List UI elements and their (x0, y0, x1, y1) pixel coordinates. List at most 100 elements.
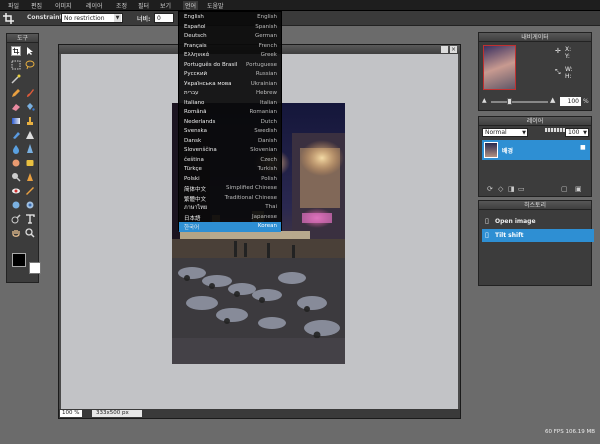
pinch-tool-icon[interactable] (25, 200, 35, 210)
language-option[interactable]: Українська мова Ukrainian (179, 80, 281, 90)
close-icon[interactable]: × (450, 46, 457, 53)
sharpen-tool-icon[interactable] (25, 144, 35, 154)
crop-icon (3, 13, 14, 24)
history-panel: 히스토리 ▯ Open image ▯ Tilt shift (478, 200, 594, 286)
crop-tool-icon[interactable] (11, 46, 21, 56)
opacity-slider[interactable] (545, 128, 565, 132)
zoom-in-icon[interactable]: ▲ (550, 96, 555, 104)
layer-row[interactable]: 배경 ■ (482, 140, 590, 160)
menu-help[interactable]: 도움말 (207, 1, 224, 10)
color-replace-icon[interactable] (11, 130, 21, 140)
zoom-slider-handle[interactable] (507, 98, 512, 105)
navigator-zoom-input[interactable]: 100 (560, 97, 581, 106)
width-input[interactable]: 0 (154, 13, 174, 23)
menu-edit[interactable]: 편집 (31, 1, 42, 10)
language-option[interactable]: 한국어 Korean (179, 222, 281, 232)
language-english-name: Ukrainian (250, 80, 277, 87)
language-option[interactable]: Slovenščina Slovenian (179, 146, 281, 156)
lasso-tool-icon[interactable] (25, 60, 35, 70)
zoom-out-icon[interactable]: ▲ (482, 97, 487, 104)
layers-panel: 레이어 Normal ▼ 100 ▼ 배경 ■ ⟳ ◇ ◨ ▭ ▢ ▣ (478, 116, 592, 197)
language-option[interactable]: Italiano Italian (179, 99, 281, 109)
delete-layer-icon[interactable]: ▣ (575, 185, 582, 193)
language-option[interactable]: Português do Brasil Portuguese (179, 61, 281, 71)
sponge-tool-icon[interactable] (25, 158, 35, 168)
language-option[interactable]: Nederlands Dutch (179, 118, 281, 128)
language-option[interactable]: Türkçe Turkish (179, 165, 281, 175)
color-picker-icon[interactable] (11, 214, 21, 224)
menu-layer[interactable]: 레이어 (86, 1, 103, 10)
zoom-field[interactable]: 100 % (60, 410, 82, 417)
bloat-tool-icon[interactable] (11, 200, 21, 210)
layer-name: 배경 (502, 148, 514, 155)
language-option[interactable]: Русский Russian (179, 70, 281, 80)
language-option[interactable]: עברית Hebrew (179, 89, 281, 99)
new-layer-icon[interactable]: ▢ (561, 185, 568, 193)
lock-icon: ■ (580, 144, 586, 151)
language-option[interactable]: 日本語 Japanese (179, 213, 281, 223)
menu-filter[interactable]: 필터 (138, 1, 149, 10)
history-item[interactable]: ▯ Open image (482, 215, 594, 228)
foreground-color-swatch[interactable] (12, 253, 26, 267)
menu-file[interactable]: 파일 (8, 1, 19, 10)
language-option[interactable]: Română Romanian (179, 108, 281, 118)
spot-heal-icon[interactable] (25, 186, 35, 196)
language-option[interactable]: Svenska Swedish (179, 127, 281, 137)
language-option[interactable]: Deutsch German (179, 32, 281, 42)
language-option[interactable]: Français French (179, 42, 281, 52)
background-color-swatch[interactable] (29, 262, 41, 274)
blend-mode-select[interactable]: Normal ▼ (482, 128, 528, 137)
pencil-tool-icon[interactable] (11, 88, 21, 98)
layer-effects-icon[interactable]: ◇ (498, 185, 503, 193)
brush-tool-icon[interactable] (25, 88, 35, 98)
move-tool-icon[interactable] (25, 46, 35, 56)
layers-title: 레이어 (479, 117, 591, 126)
hand-tool-icon[interactable] (11, 228, 21, 238)
language-native-name: Українська мова (184, 80, 232, 87)
image-status-bar: 100 % 333x500 px (59, 409, 460, 418)
clone-stamp-icon[interactable] (25, 116, 35, 126)
eraser-tool-icon[interactable] (11, 102, 21, 112)
burn-tool-icon[interactable] (25, 172, 35, 182)
x-label: X: (565, 46, 572, 53)
blur-tool-icon[interactable] (11, 144, 21, 154)
paint-bucket-icon[interactable] (25, 102, 35, 112)
gradient-tool-icon[interactable] (11, 116, 21, 126)
language-option[interactable]: Ελληνικά Greek (179, 51, 281, 61)
image-size-label: 333x500 px (92, 410, 142, 417)
navigator-thumbnail[interactable] (483, 45, 516, 90)
language-native-name: Nederlands (184, 118, 216, 125)
link-layers-icon[interactable]: ⟳ (487, 185, 493, 193)
chevron-down-icon: ▼ (583, 130, 587, 136)
zoom-tool-icon[interactable] (25, 228, 35, 238)
language-option[interactable]: ภาษาไทย Thai (179, 203, 281, 213)
magic-wand-icon[interactable] (11, 74, 21, 84)
language-option[interactable]: Dansk Danish (179, 137, 281, 147)
language-option[interactable]: English English (179, 13, 281, 23)
layer-mask-icon[interactable]: ◨ (508, 185, 515, 193)
history-item[interactable]: ▯ Tilt shift (482, 229, 594, 242)
language-option[interactable]: 繁體中文 Traditional Chinese (179, 194, 281, 204)
language-option[interactable]: čeština Czech (179, 156, 281, 166)
layer-opacity-input[interactable]: 100 ▼ (565, 128, 589, 137)
language-english-name: Thai (265, 204, 277, 210)
drawing-tool-icon[interactable] (25, 130, 35, 140)
zoom-slider[interactable] (491, 101, 548, 103)
performance-status: 60 FPS 106.19 MB (545, 429, 595, 435)
menu-view[interactable]: 보기 (160, 1, 171, 10)
menu-image[interactable]: 이미지 (55, 1, 72, 10)
language-option[interactable]: 简体中文 Simplified Chinese (179, 184, 281, 194)
menu-adjust[interactable]: 조정 (116, 1, 127, 10)
marquee-tool-icon[interactable] (11, 60, 21, 70)
language-option[interactable]: Español Spanish (179, 23, 281, 33)
maximize-icon[interactable] (441, 46, 448, 53)
menu-language[interactable]: 언어 (183, 1, 199, 10)
constraint-select[interactable]: No restriction ▼ (61, 13, 123, 23)
red-eye-icon[interactable] (11, 186, 21, 196)
dodge-tool-icon[interactable] (11, 172, 21, 182)
language-english-name: Romanian (249, 109, 277, 115)
smudge-tool-icon[interactable] (11, 158, 21, 168)
new-folder-icon[interactable]: ▭ (518, 185, 525, 193)
text-tool-icon[interactable] (25, 214, 35, 224)
language-option[interactable]: Polski Polish (179, 175, 281, 185)
